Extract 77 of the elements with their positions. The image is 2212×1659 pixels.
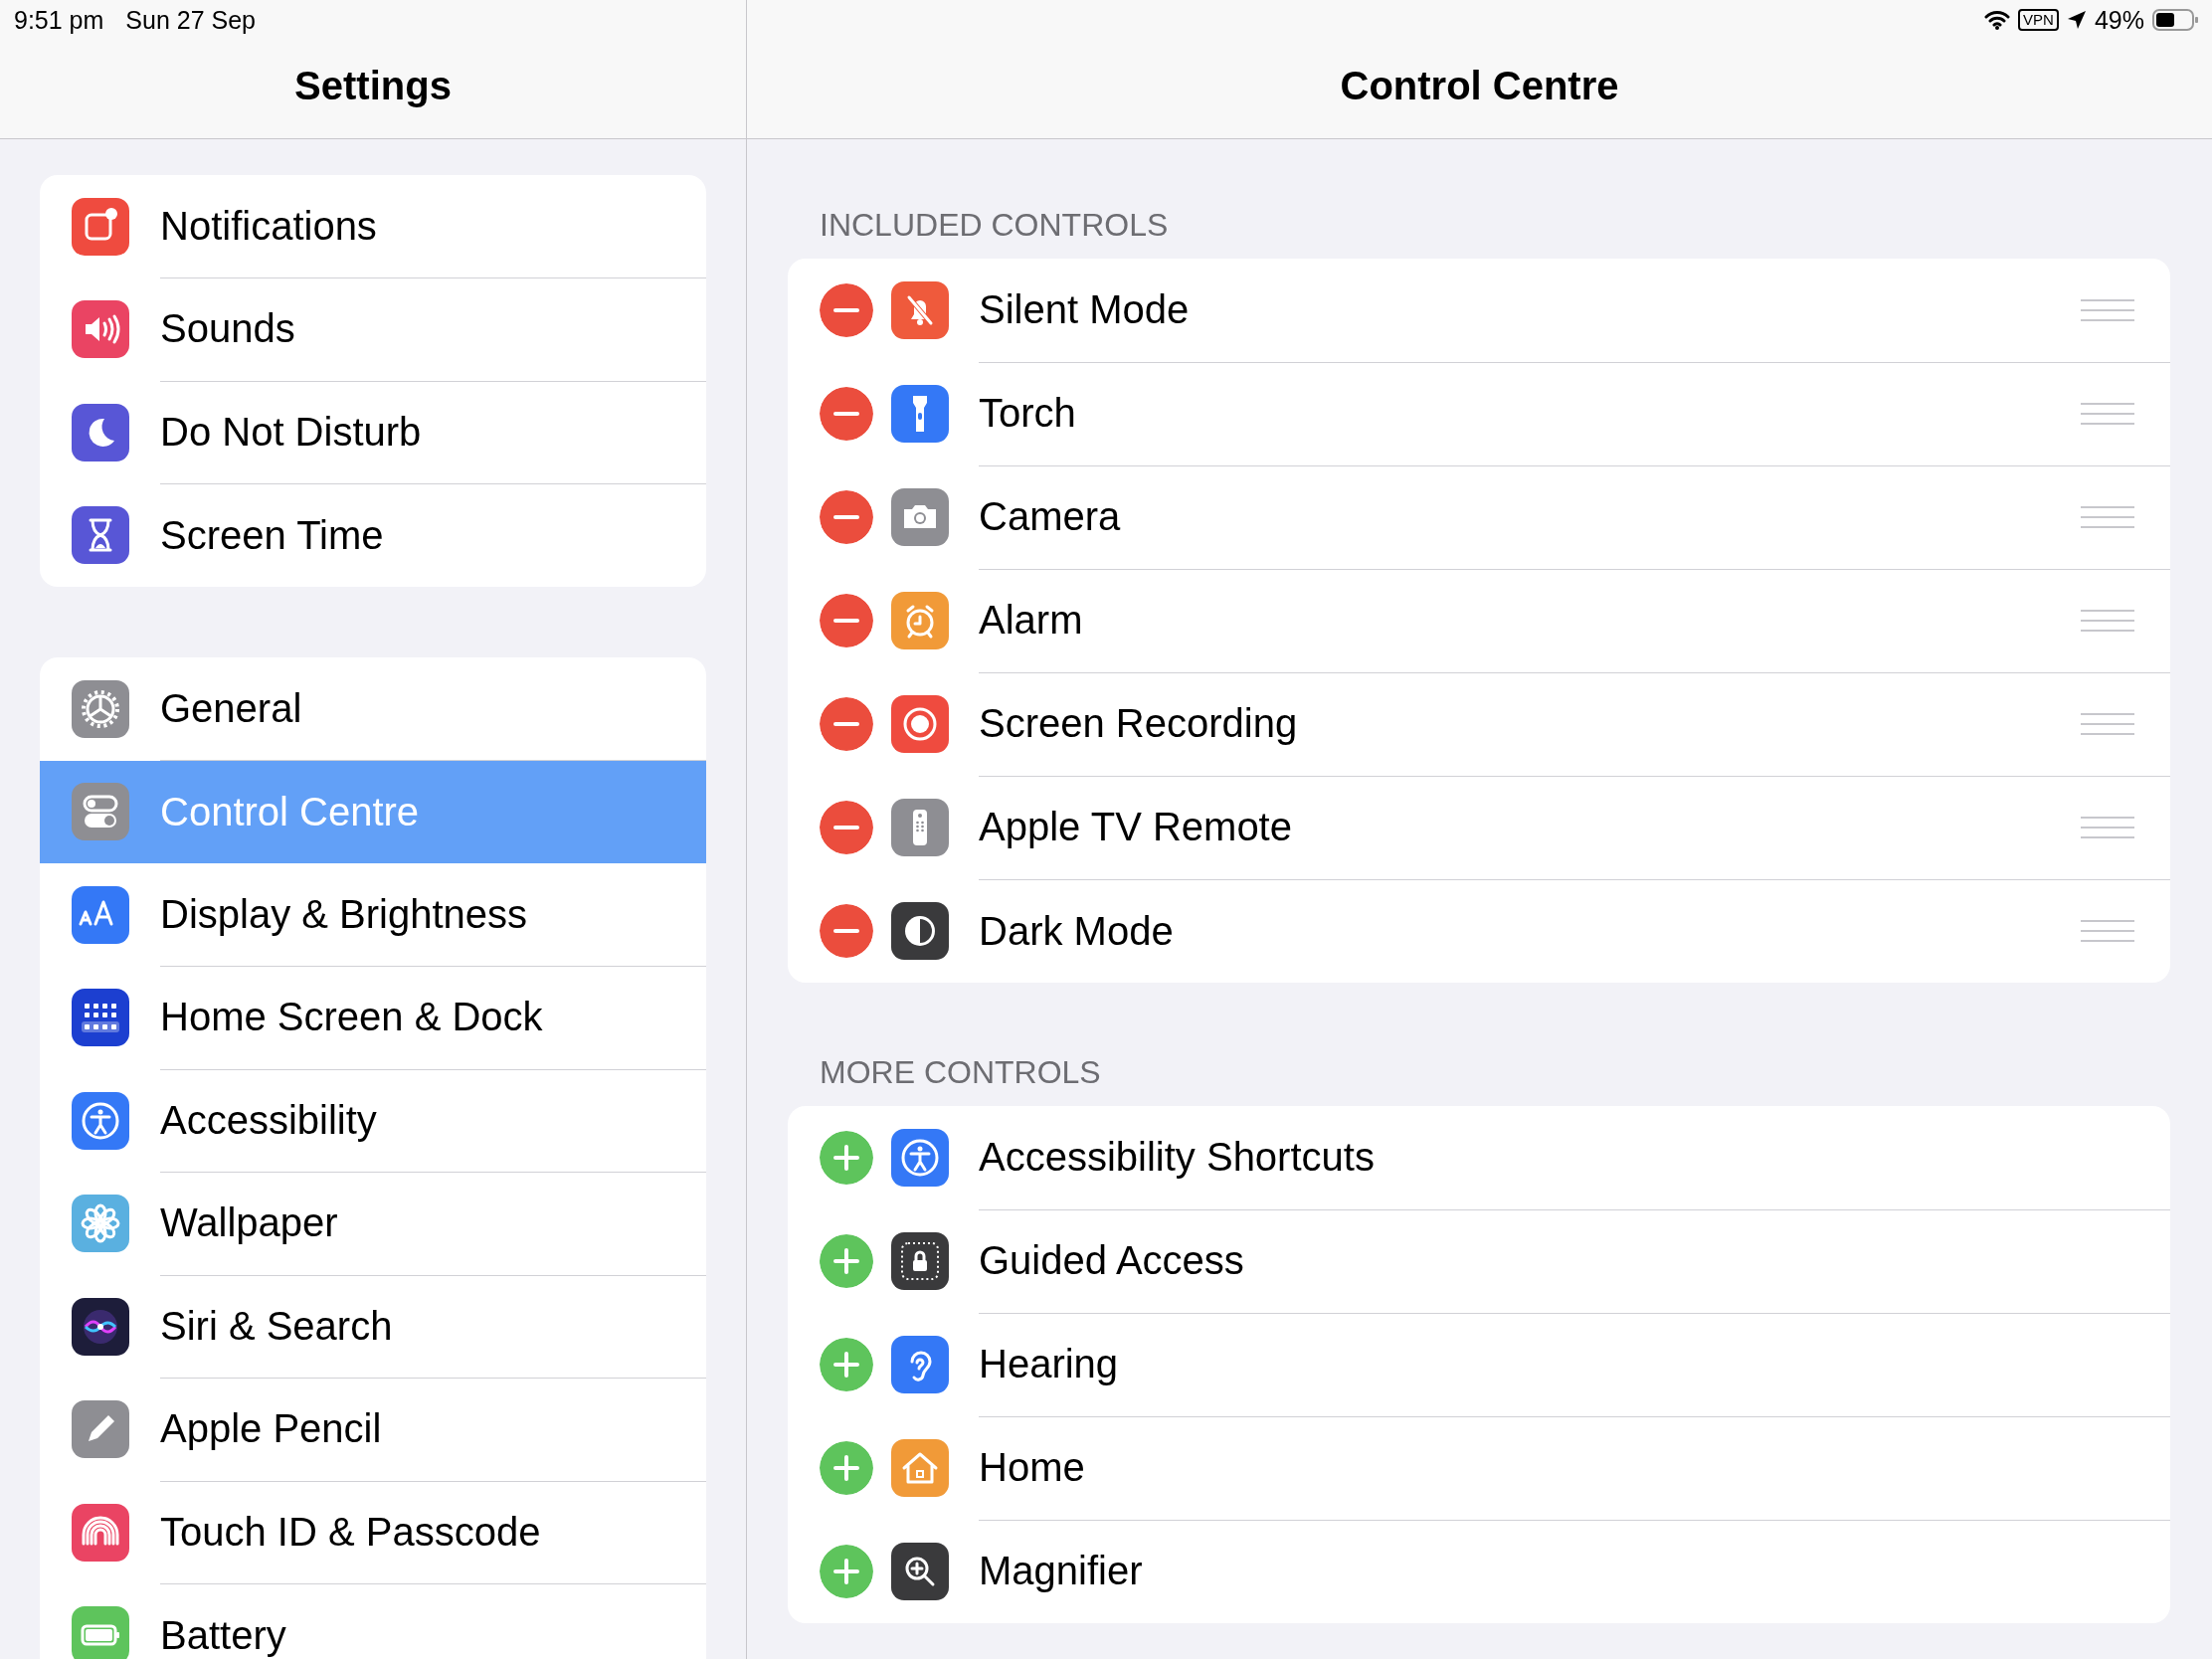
torch-icon <box>891 385 949 443</box>
sidebar-item[interactable]: Touch ID & Passcode <box>40 1481 706 1584</box>
sidebar-item[interactable]: Apple Pencil <box>40 1378 706 1481</box>
app-grid-icon <box>72 989 129 1047</box>
control-label: Alarm <box>979 598 1084 643</box>
add-button[interactable] <box>820 1131 873 1185</box>
sidebar-item[interactable]: Do Not Disturb <box>40 381 706 484</box>
control-label: Screen Recording <box>979 701 1299 746</box>
sidebar-item[interactable]: Wallpaper <box>40 1172 706 1275</box>
sidebar-item[interactable]: Notifications <box>40 175 706 278</box>
moon-icon <box>72 403 129 461</box>
bell-slash-icon <box>891 281 949 339</box>
add-button[interactable] <box>820 1441 873 1495</box>
sidebar-item[interactable]: Sounds <box>40 277 706 381</box>
house-icon <box>891 1439 949 1497</box>
sidebar-item[interactable]: Accessibility <box>40 1069 706 1173</box>
sidebar-item[interactable]: Home Screen & Dock <box>40 966 706 1069</box>
remove-button[interactable] <box>820 490 873 544</box>
sidebar-item[interactable]: Siri & Search <box>40 1275 706 1379</box>
control-label: Apple TV Remote <box>979 805 1293 849</box>
date: Sun 27 Sep <box>125 5 256 35</box>
drag-handle-icon[interactable] <box>2081 815 2134 839</box>
sidebar-item[interactable]: Screen Time <box>40 483 706 587</box>
remote-icon <box>891 799 949 856</box>
gear-icon <box>72 679 129 738</box>
control-label: Silent Mode <box>979 287 1191 332</box>
remove-button[interactable] <box>820 904 873 958</box>
battery-icon <box>2152 9 2198 31</box>
ear-icon <box>891 1336 949 1393</box>
sidebar-title: Settings <box>294 64 452 108</box>
sidebar-item[interactable]: Display & Brightness <box>40 863 706 967</box>
add-button[interactable] <box>820 1545 873 1598</box>
pencil-icon <box>72 1400 129 1459</box>
add-button[interactable] <box>820 1338 873 1391</box>
section-header: MORE CONTROLS <box>819 1054 1102 1091</box>
alarm-clock-icon <box>891 592 949 649</box>
drag-handle-icon[interactable] <box>2081 711 2134 736</box>
orb-icon <box>72 1297 129 1356</box>
remove-button[interactable] <box>820 387 873 441</box>
flower-icon <box>72 1195 129 1253</box>
sidebar-item[interactable]: Battery <box>40 1583 706 1659</box>
hourglass-icon <box>72 506 129 565</box>
control-label: Torch <box>979 391 1077 436</box>
speaker-icon <box>72 300 129 359</box>
control-label: Hearing <box>979 1342 1120 1386</box>
control-label: Magnifier <box>979 1549 1144 1593</box>
remove-button[interactable] <box>820 594 873 647</box>
battery-percentage: 49% <box>2094 5 2144 35</box>
toggle-icon <box>72 783 129 841</box>
camera-icon <box>891 488 949 546</box>
control-label: Camera <box>979 494 1122 539</box>
control-label: Guided Access <box>979 1238 1245 1283</box>
padlock-icon <box>891 1232 949 1290</box>
section-header: INCLUDED CONTROLS <box>819 207 1170 244</box>
record-icon <box>891 695 949 753</box>
control-label: Home <box>979 1445 1086 1490</box>
wifi-icon <box>1984 10 2011 30</box>
add-button[interactable] <box>820 1234 873 1288</box>
magnifier-icon <box>891 1543 949 1600</box>
text-size-icon <box>72 885 129 944</box>
control-label: Accessibility Shortcuts <box>979 1135 1376 1180</box>
drag-handle-icon[interactable] <box>2081 504 2134 529</box>
remove-button[interactable] <box>820 283 873 337</box>
accessibility-icon <box>891 1129 949 1187</box>
accessibility-icon <box>72 1091 129 1150</box>
drag-handle-icon[interactable] <box>2081 297 2134 322</box>
time: 9:51 pm <box>14 5 104 35</box>
notification-icon <box>72 197 129 256</box>
remove-button[interactable] <box>820 801 873 854</box>
fingerprint-icon <box>72 1503 129 1562</box>
drag-handle-icon[interactable] <box>2081 608 2134 633</box>
drag-handle-icon[interactable] <box>2081 401 2134 426</box>
drag-handle-icon[interactable] <box>2081 919 2134 943</box>
location-arrow-icon <box>2066 10 2087 30</box>
control-label: Dark Mode <box>979 908 1175 954</box>
detail-title: Control Centre <box>1340 64 1619 108</box>
remove-button[interactable] <box>820 697 873 751</box>
